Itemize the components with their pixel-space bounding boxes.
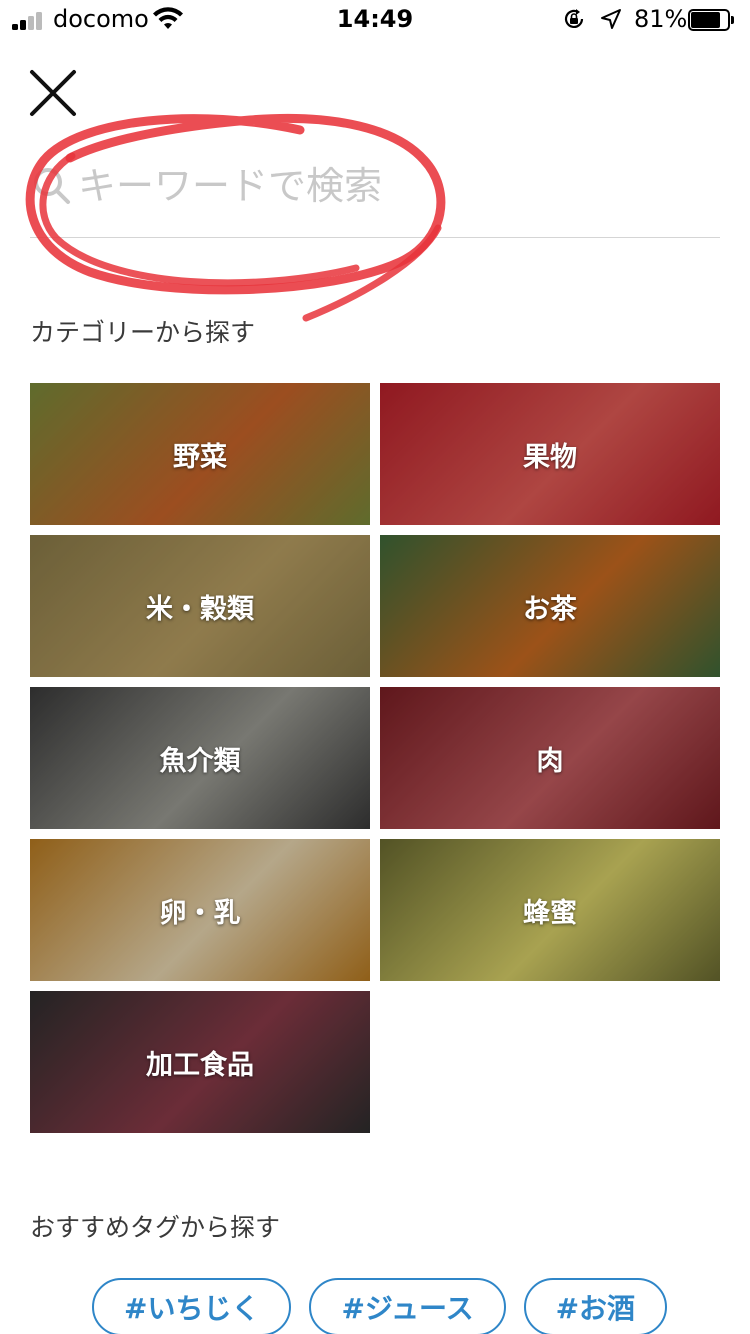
category-tile-seafood[interactable]: 魚介類 bbox=[30, 687, 370, 829]
category-section-title: カテゴリーから探す bbox=[30, 318, 256, 347]
category-label: 加工食品 bbox=[146, 1049, 254, 1081]
category-label: 野菜 bbox=[173, 441, 227, 473]
category-tile-rice-grains[interactable]: 米・穀類 bbox=[30, 535, 370, 677]
category-label: お茶 bbox=[523, 593, 577, 625]
rotation-lock-icon bbox=[564, 9, 584, 28]
tag-list: #いちじく #ジュース #お酒 bbox=[92, 1278, 668, 1334]
category-tile-honey[interactable]: 蜂蜜 bbox=[380, 839, 720, 981]
category-label: 果物 bbox=[523, 441, 577, 473]
battery-percentage: 81% bbox=[634, 5, 688, 33]
category-tile-tea[interactable]: お茶 bbox=[380, 535, 720, 677]
category-label: 魚介類 bbox=[159, 745, 241, 777]
tag-chip[interactable]: #いちじく bbox=[92, 1278, 292, 1334]
search-screen: docomo 14:49 81% キーワードで検索 カテゴリーから探す 野菜 果… bbox=[0, 0, 750, 1334]
category-tile-processed-foods[interactable]: 加工食品 bbox=[30, 991, 370, 1133]
battery-icon bbox=[688, 9, 734, 31]
search-bar bbox=[30, 150, 720, 238]
category-tile-meat[interactable]: 肉 bbox=[380, 687, 720, 829]
close-icon[interactable] bbox=[26, 66, 80, 120]
tag-chip[interactable]: #お酒 bbox=[523, 1278, 668, 1334]
category-label: 卵・乳 bbox=[159, 897, 241, 929]
status-bar: docomo 14:49 81% bbox=[0, 0, 750, 40]
search-icon bbox=[34, 168, 70, 204]
category-label: 米・穀類 bbox=[146, 593, 254, 625]
category-tile-vegetables[interactable]: 野菜 bbox=[30, 383, 370, 525]
location-arrow-icon bbox=[601, 9, 621, 29]
search-input[interactable] bbox=[78, 158, 718, 214]
tag-section-title: おすすめタグから探す bbox=[30, 1213, 281, 1242]
category-label: 蜂蜜 bbox=[523, 897, 577, 929]
category-tile-eggs-dairy[interactable]: 卵・乳 bbox=[30, 839, 370, 981]
category-label: 肉 bbox=[536, 745, 564, 777]
tag-chip[interactable]: #ジュース bbox=[309, 1278, 506, 1334]
category-tile-fruits[interactable]: 果物 bbox=[380, 383, 720, 525]
